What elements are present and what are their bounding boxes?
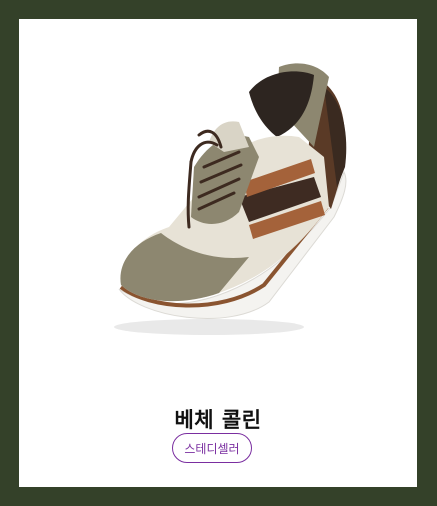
- steady-seller-badge[interactable]: 스테디셀러: [172, 433, 252, 463]
- product-title[interactable]: 베체 콜린: [19, 404, 417, 434]
- product-card[interactable]: 베체 콜린 스테디셀러: [19, 19, 417, 487]
- sneaker-product-image[interactable]: [99, 47, 359, 347]
